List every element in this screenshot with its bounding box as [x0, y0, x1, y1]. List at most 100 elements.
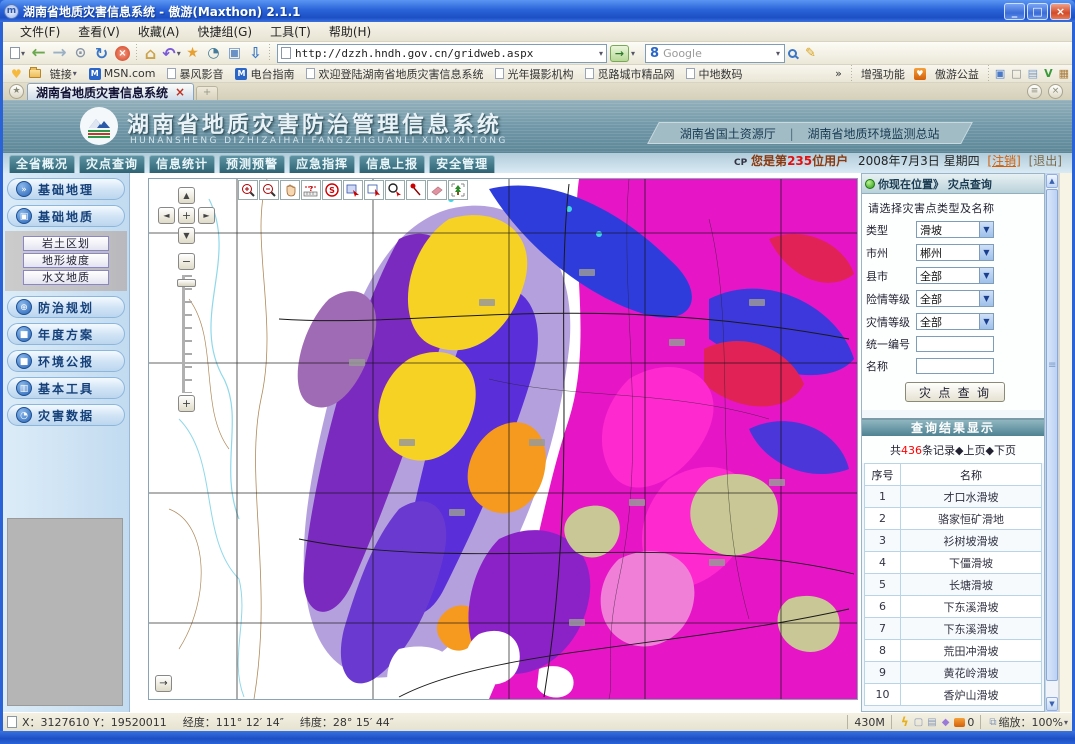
table-row[interactable]: 4下僵滑坡 — [865, 552, 1042, 574]
scroll-up-button[interactable]: ▲ — [1046, 174, 1058, 188]
menu-file[interactable]: 文件(F) — [11, 22, 69, 42]
zoom-in-step-button[interactable]: + — [178, 395, 195, 412]
maximize-button[interactable]: □ — [1027, 3, 1048, 20]
menu-groups[interactable]: 快捷组(G) — [188, 22, 261, 42]
new-tab-button[interactable]: + — [196, 86, 218, 100]
link-welcome-system[interactable]: 欢迎登陆湖南省地质灾害信息系统 — [306, 66, 483, 82]
table-row[interactable]: 7下东溪滑坡 — [865, 618, 1042, 640]
favorites-heart-icon[interactable]: ♥ — [11, 67, 22, 81]
window-layout-icon[interactable]: □ — [1011, 67, 1021, 80]
plugin-diamond-icon[interactable]: ◆ — [942, 717, 950, 728]
table-row[interactable]: 3衫树坡滑坡 — [865, 530, 1042, 552]
popup-blocker-icon[interactable]: ▢ — [914, 717, 923, 728]
pan-up-button[interactable]: ▲ — [178, 187, 195, 204]
stop-button[interactable]: × — [113, 44, 132, 63]
panel-scrollbar[interactable]: ▲ ▼ — [1045, 173, 1059, 712]
recent-pages-dropdown[interactable]: ⊙ — [71, 44, 90, 63]
scroll-thumb[interactable] — [1046, 189, 1058, 681]
link-msn[interactable]: MMSN.com — [89, 67, 156, 80]
sidebar-item-environment-bulletin[interactable]: ■ 环境公报 — [7, 350, 125, 372]
links-label[interactable]: 链接▾ — [50, 66, 77, 82]
sidebar-item-base-geography[interactable]: » 基础地理 — [7, 178, 125, 200]
zoom-out-step-button[interactable]: − — [178, 253, 195, 270]
select-rectangle-tool[interactable] — [343, 180, 363, 200]
search-icon[interactable] — [788, 49, 797, 58]
site-icon[interactable]: ▦ — [1059, 67, 1069, 80]
search-box[interactable]: 8 Google ▾ — [645, 44, 785, 63]
table-row[interactable]: 1才口水滑坡 — [865, 486, 1042, 508]
folder-icon[interactable]: ▤ — [927, 717, 936, 728]
enhance-features-button[interactable]: 增强功能 — [861, 66, 905, 82]
scroll-down-button[interactable]: ▼ — [1046, 697, 1058, 711]
nav-tab-disaster-query[interactable]: 灾点查询 — [79, 155, 145, 173]
resize-icon[interactable]: ⧉ — [989, 717, 996, 728]
tab-list-star-button[interactable]: ★ — [9, 84, 24, 99]
magic-fill-button[interactable]: ★ — [183, 44, 202, 63]
links-folder-icon[interactable] — [29, 69, 41, 78]
exit-link[interactable]: [退出] — [1029, 154, 1062, 168]
forward-button[interactable]: → — [50, 44, 69, 63]
boost-lightning-icon[interactable]: ϟ — [901, 715, 909, 729]
home-button[interactable]: ⌂ — [141, 44, 160, 63]
menu-help[interactable]: 帮助(H) — [320, 22, 380, 42]
nav-tab-overview[interactable]: 全省概况 — [9, 155, 75, 173]
disaster-level-select[interactable]: 全部▼ — [916, 313, 994, 330]
type-select[interactable]: 滑坡▼ — [916, 221, 994, 238]
measure-distance-tool[interactable]: ? — [301, 180, 321, 200]
charity-shield-icon[interactable]: ♥ — [914, 68, 926, 80]
table-row[interactable]: 2骆家恒矿滑地 — [865, 508, 1042, 530]
notes-icon[interactable]: ▤ — [1028, 67, 1038, 80]
nav-tab-forecast-warning[interactable]: 预测预警 — [219, 155, 285, 173]
zoom-dropdown-icon[interactable]: ▾ — [1064, 718, 1068, 727]
link-zhongdi-digital[interactable]: 中地数码 — [686, 66, 742, 82]
address-bar[interactable]: http://dzzh.hndh.gov.cn/gridweb.aspx ▾ — [277, 44, 607, 63]
highlight-pencil-button[interactable]: ✎ — [801, 44, 820, 63]
zoom-window-tool[interactable] — [385, 180, 405, 200]
zoom-in-tool[interactable] — [238, 180, 258, 200]
city-select[interactable]: 郴州▼ — [916, 244, 994, 261]
nav-tab-security[interactable]: 安全管理 — [429, 155, 495, 173]
table-row[interactable]: 10香炉山滑坡 — [865, 684, 1042, 706]
tab-close-all-button[interactable]: × — [1048, 84, 1063, 99]
table-row[interactable]: 5长塘滑坡 — [865, 574, 1042, 596]
search-engine-dropdown-icon[interactable]: ▾ — [776, 49, 780, 58]
address-url[interactable]: http://dzzh.hndh.gov.cn/gridweb.aspx — [295, 47, 598, 60]
pan-right-button[interactable]: ► — [198, 207, 215, 224]
links-overflow-button[interactable]: » — [835, 67, 842, 80]
link-radio-guide[interactable]: M电台指南 — [235, 66, 294, 82]
minimize-button[interactable]: _ — [1004, 3, 1025, 20]
table-row[interactable]: 6下东溪滑坡 — [865, 596, 1042, 618]
map-canvas[interactable]: ? S ▲ ◄ + ► ▼ − — [148, 178, 858, 700]
download-button[interactable]: ⇩ — [246, 44, 265, 63]
sidebar-item-disaster-data[interactable]: ◔ 灾害数据 — [7, 404, 125, 426]
submenu-rock-soil-zoning[interactable]: 岩土区划 — [23, 236, 109, 251]
uniform-code-input[interactable] — [916, 336, 994, 352]
maxthon-charity-link[interactable]: 傲游公益 — [935, 66, 979, 82]
query-submit-button[interactable]: 灾 点 查 询 — [905, 382, 1005, 402]
next-page-link[interactable]: ◆下页 — [986, 444, 1016, 457]
name-input[interactable] — [916, 358, 994, 374]
prev-page-link[interactable]: ◆上页 — [955, 444, 985, 457]
search-input[interactable]: Google — [663, 47, 775, 60]
go-dropdown-icon[interactable]: ▾ — [631, 49, 635, 58]
skin-icon[interactable]: V — [1044, 67, 1053, 80]
sidebar-item-annual-plan[interactable]: ■ 年度方案 — [7, 323, 125, 345]
nav-tab-info-report[interactable]: 信息上报 — [359, 155, 425, 173]
table-row[interactable]: 9黄花岭滑坡 — [865, 662, 1042, 684]
nav-tab-emergency[interactable]: 应急指挥 — [289, 155, 355, 173]
clear-selection-tool[interactable]: S — [322, 180, 342, 200]
mark-point-tool[interactable] — [406, 180, 426, 200]
station-link[interactable]: 湖南省地质环境监测总站 — [808, 127, 940, 141]
submenu-terrain-slope[interactable]: 地形坡度 — [23, 253, 109, 268]
link-storm-player[interactable]: 暴风影音 — [167, 66, 223, 82]
table-row[interactable]: 8荒田冲滑坡 — [865, 640, 1042, 662]
refresh-button[interactable]: ↻ — [92, 44, 111, 63]
go-button[interactable]: → — [610, 45, 629, 62]
link-city-boutique[interactable]: 觅路城市精品网 — [585, 66, 674, 82]
undo-button[interactable]: ↶▾ — [162, 44, 181, 63]
nav-tab-statistics[interactable]: 信息统计 — [149, 155, 215, 173]
menu-favorites[interactable]: 收藏(A) — [129, 22, 189, 42]
danger-level-select[interactable]: 全部▼ — [916, 290, 994, 307]
eraser-tool[interactable] — [427, 180, 447, 200]
sidebar-item-basic-tools[interactable]: ▥ 基本工具 — [7, 377, 125, 399]
